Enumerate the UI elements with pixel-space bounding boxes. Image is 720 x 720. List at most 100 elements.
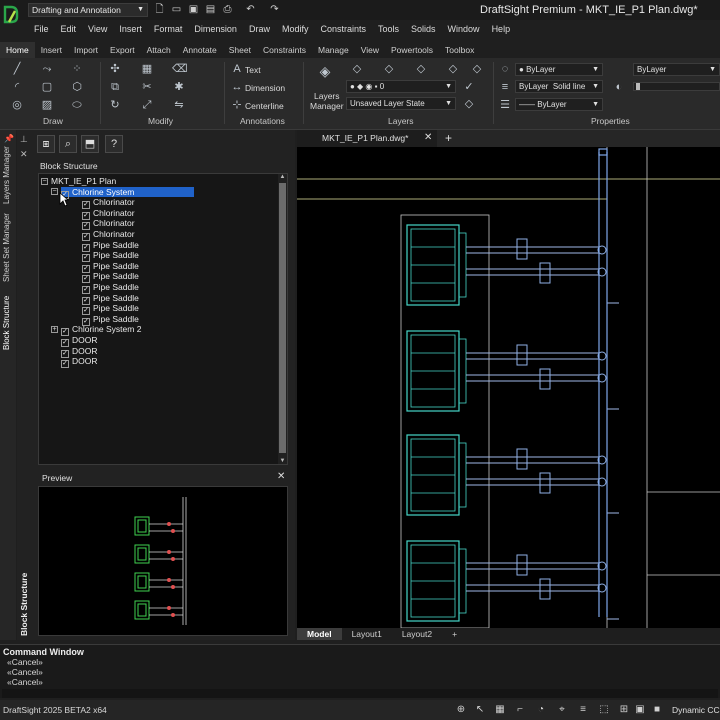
tree-item[interactable]: MKT_IE_P1 Plan <box>51 176 120 187</box>
tab-home[interactable]: Home <box>0 42 35 58</box>
dynamic-input-icon[interactable]: ⊕ <box>455 704 467 716</box>
polar-icon[interactable]: ◔ <box>535 704 547 716</box>
menu-dimension[interactable]: Dimension <box>188 20 243 38</box>
selection-filter-icon[interactable]: ▣ <box>634 704 646 716</box>
drawing-canvas[interactable] <box>297 147 720 629</box>
tab-annotate[interactable]: Annotate <box>177 42 223 58</box>
menu-draw[interactable]: Draw <box>243 20 276 38</box>
tree-item[interactable]: ✓ Pipe Saddle <box>82 314 143 326</box>
workspace-dropdown[interactable]: Drafting and Annotation ▼ <box>28 3 148 17</box>
explode-icon[interactable]: ✱ <box>172 80 186 94</box>
app-logo-icon[interactable] <box>3 3 21 33</box>
layer-dropdown[interactable]: ● ◆ ◉ ▪ 0 ▼ <box>346 80 456 93</box>
undo-icon[interactable]: ↶ <box>244 3 257 16</box>
centerline-button[interactable]: Centerline <box>245 101 284 111</box>
tree-checkbox[interactable]: ✓ <box>61 360 69 369</box>
search-block-icon[interactable]: ⌕ <box>59 135 77 153</box>
line-icon[interactable]: ╱ <box>10 62 24 76</box>
tree-item[interactable]: ✓ Pipe Saddle <box>82 303 143 316</box>
mirror-icon[interactable]: ⇋ <box>172 98 186 112</box>
tab-export[interactable]: Export <box>104 42 141 58</box>
erase-icon[interactable]: ⌫ <box>172 62 188 76</box>
point-icon[interactable]: ⁘ <box>70 62 84 76</box>
snap-icon[interactable]: ⌖ <box>556 704 568 716</box>
rectangle-icon[interactable]: ▢ <box>40 80 54 94</box>
menu-edit[interactable]: Edit <box>55 20 83 38</box>
tree-item[interactable]: ✓ Pipe Saddle <box>82 282 143 294</box>
collapse-icon[interactable]: − <box>51 188 58 196</box>
tab-toolbox[interactable]: Toolbox <box>439 42 480 58</box>
menu-modify[interactable]: Modify <box>276 20 315 38</box>
layers-manager-icon[interactable]: ◈ <box>318 64 332 78</box>
properties-right-dropdown[interactable]: ByLayer ▼ <box>633 63 720 76</box>
layers-manager-label-2[interactable]: Manager <box>310 101 344 111</box>
tab-import[interactable]: Import <box>68 42 104 58</box>
open-folder-icon[interactable]: ▭ <box>170 3 183 16</box>
copy-icon[interactable]: ⧉ <box>108 80 122 94</box>
block-insert-icon[interactable]: ⬒ <box>81 135 99 153</box>
ellipse-icon[interactable]: ⬭ <box>70 98 84 112</box>
tree-view-icon[interactable]: ⧆ <box>37 135 55 153</box>
layer-tool-icon[interactable]: ◇ <box>382 62 396 76</box>
menu-window[interactable]: Window <box>442 20 486 38</box>
tab-powertools[interactable]: Powertools <box>385 42 439 58</box>
tree-item[interactable]: ✓ Chlorine System 2 <box>61 324 145 337</box>
menu-insert[interactable]: Insert <box>113 20 148 38</box>
tree-item[interactable]: ✓ Chlorinator <box>82 218 139 231</box>
ortho-icon[interactable]: ⌐ <box>514 704 526 716</box>
menu-tools[interactable]: Tools <box>372 20 405 38</box>
side-tab-block-structure[interactable]: Block Structure <box>2 290 14 350</box>
document-tab[interactable]: MKT_IE_P1 Plan.dwg* <box>297 130 437 147</box>
text-button[interactable]: Text <box>245 65 261 75</box>
tab-model[interactable]: Model <box>297 628 342 640</box>
menu-constraints[interactable]: Constraints <box>314 20 372 38</box>
tracking-icon[interactable]: ⬚ <box>598 704 610 716</box>
tab-constraints[interactable]: Constraints <box>257 42 312 58</box>
layer-tool-icon[interactable]: ◇ <box>470 62 484 76</box>
layer-previous-icon[interactable]: ◇ <box>462 97 476 111</box>
tree-item[interactable]: ✓ Pipe Saddle <box>82 240 143 252</box>
tree-item[interactable]: ✓ Chlorinator <box>82 208 139 220</box>
pin-icon[interactable]: 📌 <box>4 134 14 143</box>
save-as-icon[interactable]: ▤ <box>204 3 217 16</box>
tree-item[interactable]: ✓ Pipe Saddle <box>82 293 143 305</box>
panel-pin-icon[interactable]: ⊥ <box>20 134 28 145</box>
tab-sheet[interactable]: Sheet <box>223 42 257 58</box>
tree-item[interactable]: ✓ Pipe Saddle <box>82 261 143 273</box>
transparency-slider[interactable] <box>633 82 720 91</box>
circle-icon[interactable]: ◎ <box>10 98 24 112</box>
save-icon[interactable]: ▣ <box>187 3 200 16</box>
tree-item[interactable]: ✓ DOOR <box>61 356 102 369</box>
rotate-icon[interactable]: ↻ <box>108 98 122 112</box>
color-dropdown[interactable]: ● ByLayer ▼ <box>515 63 603 76</box>
tab-layout1[interactable]: Layout1 <box>342 628 392 640</box>
layer-state-dropdown[interactable]: Unsaved Layer State ▼ <box>346 97 456 110</box>
move-icon[interactable]: ✣ <box>108 62 122 76</box>
lineweight-dropdown[interactable]: —— ByLayer ▼ <box>515 98 603 111</box>
tab-insert[interactable]: Insert <box>35 42 68 58</box>
trim-icon[interactable]: ✂ <box>140 80 154 94</box>
array-icon[interactable]: ▦ <box>140 62 154 76</box>
tree-scrollbar[interactable]: ▲ ▼ <box>278 174 287 464</box>
tab-layout2[interactable]: Layout2 <box>392 628 442 640</box>
side-tab-layers-manager[interactable]: Layers Manager <box>2 144 14 204</box>
add-layout-icon[interactable]: + <box>442 628 467 640</box>
menu-file[interactable]: File <box>28 20 55 38</box>
ccs-label[interactable]: Dynamic CCS <box>672 705 720 715</box>
dimension-icon[interactable]: ↔ <box>230 80 244 94</box>
menu-help[interactable]: Help <box>486 20 517 38</box>
expand-icon[interactable]: + <box>51 325 58 333</box>
hatch-icon[interactable]: ▨ <box>40 98 54 112</box>
dimension-button[interactable]: Dimension <box>245 83 285 93</box>
centerline-icon[interactable]: ⊹ <box>230 98 244 112</box>
linestyle-icon[interactable]: ≡ <box>498 80 512 94</box>
tree-item[interactable]: ✓ Chlorinator <box>82 197 139 210</box>
slider-handle[interactable] <box>636 83 640 90</box>
tree-item[interactable]: ✓ DOOR <box>61 346 102 358</box>
scroll-thumb[interactable] <box>279 183 286 453</box>
tree-item[interactable]: ✓ Pipe Saddle <box>82 250 143 263</box>
scroll-down-icon[interactable]: ▼ <box>278 458 287 464</box>
polyline-icon[interactable]: ⤳ <box>40 62 54 76</box>
tree-item[interactable]: ✓ Pipe Saddle <box>82 271 143 284</box>
preview-close-icon[interactable]: ✕ <box>277 471 285 482</box>
